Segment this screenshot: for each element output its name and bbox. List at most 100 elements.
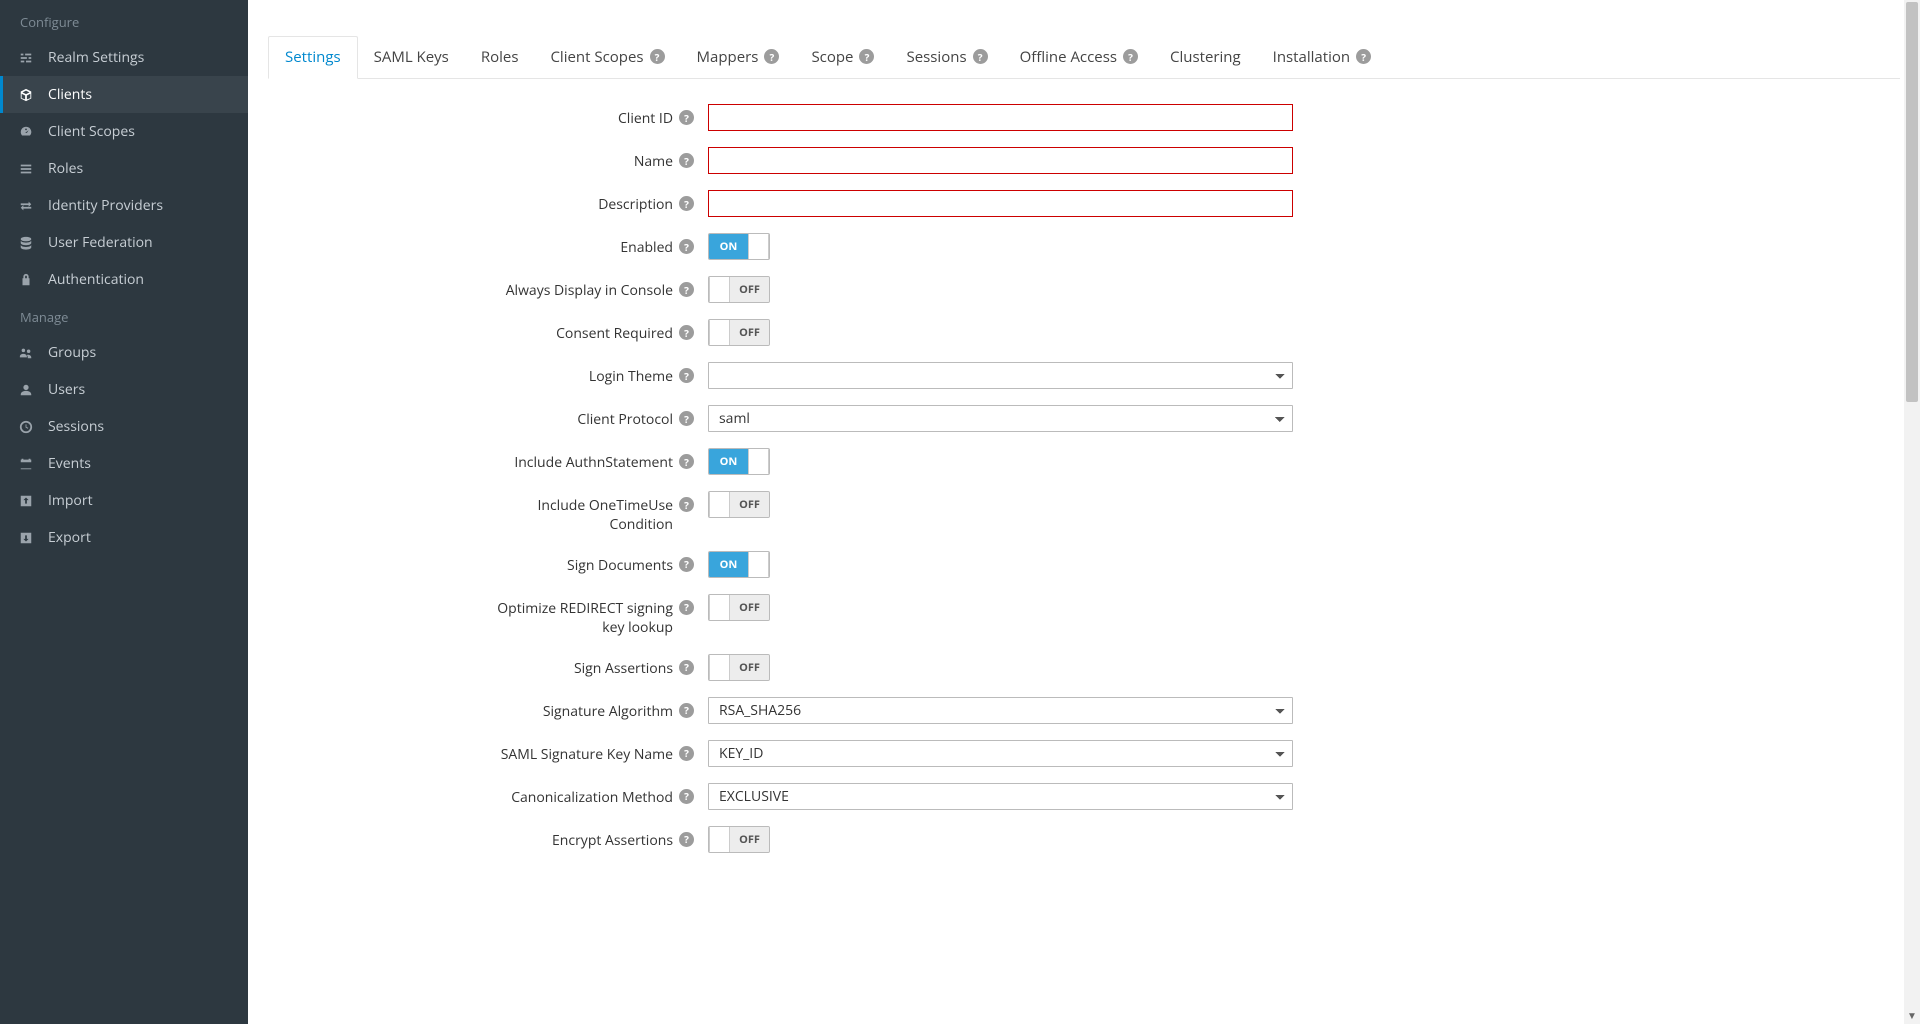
sidebar-item-authentication[interactable]: Authentication: [0, 261, 248, 298]
form-label: Client Protocol?: [268, 405, 708, 430]
description-input[interactable]: [708, 190, 1293, 217]
sidebar-item-export[interactable]: Export: [0, 519, 248, 556]
login-theme-select[interactable]: [708, 362, 1293, 389]
label-text: Name: [634, 153, 673, 172]
saml-signature-key-name-select[interactable]: KEY_ID: [708, 740, 1293, 767]
help-icon[interactable]: ?: [679, 832, 694, 847]
sidebar-item-client-scopes[interactable]: Client Scopes: [0, 113, 248, 150]
consent-required-toggle[interactable]: OFF: [708, 319, 770, 346]
include-authnstatement-toggle[interactable]: ON: [708, 448, 770, 475]
tab-sessions[interactable]: Sessions?: [890, 36, 1003, 78]
tab-installation[interactable]: Installation?: [1257, 36, 1387, 78]
sidebar-item-import[interactable]: Import: [0, 482, 248, 519]
form-control: OFF: [708, 319, 1328, 346]
tab-clustering[interactable]: Clustering: [1154, 36, 1257, 78]
help-icon[interactable]: ?: [679, 789, 694, 804]
sidebar-item-users[interactable]: Users: [0, 371, 248, 408]
sidebar-item-label: Roles: [48, 159, 83, 178]
sidebar-item-sessions[interactable]: Sessions: [0, 408, 248, 445]
name-input[interactable]: [708, 147, 1293, 174]
sidebar-item-groups[interactable]: Groups: [0, 334, 248, 371]
sidebar-item-user-federation[interactable]: User Federation: [0, 224, 248, 261]
tab-label: Installation: [1273, 47, 1350, 67]
canonicalization-method-select[interactable]: EXCLUSIVE: [708, 783, 1293, 810]
help-icon[interactable]: ?: [679, 497, 694, 512]
tab-offline-access[interactable]: Offline Access?: [1004, 36, 1154, 78]
help-icon[interactable]: ?: [650, 49, 665, 64]
sliders-icon: [18, 50, 34, 66]
scrollbar-thumb[interactable]: [1906, 2, 1918, 402]
form-label: Optimize REDIRECT signing key lookup?: [268, 594, 708, 638]
sidebar-item-label: Import: [48, 491, 93, 510]
tab-saml-keys[interactable]: SAML Keys: [358, 36, 465, 78]
enabled-toggle[interactable]: ON: [708, 233, 770, 260]
help-icon[interactable]: ?: [679, 703, 694, 718]
sign-assertions-toggle[interactable]: OFF: [708, 654, 770, 681]
scroll-down-arrow[interactable]: ▼: [1906, 1008, 1918, 1022]
sidebar-item-identity-providers[interactable]: Identity Providers: [0, 187, 248, 224]
client-protocol-select[interactable]: saml: [708, 405, 1293, 432]
tab-scope[interactable]: Scope?: [795, 36, 890, 78]
help-icon[interactable]: ?: [679, 368, 694, 383]
sidebar-item-events[interactable]: Events: [0, 445, 248, 482]
help-icon[interactable]: ?: [764, 49, 779, 64]
toggle-off-label: OFF: [730, 595, 769, 620]
sidebar-item-realm-settings[interactable]: Realm Settings: [0, 39, 248, 76]
help-icon[interactable]: ?: [1356, 49, 1371, 64]
sidebar-item-roles[interactable]: Roles: [0, 150, 248, 187]
client-id-input[interactable]: [708, 104, 1293, 131]
help-icon[interactable]: ?: [679, 282, 694, 297]
sign-documents-toggle[interactable]: ON: [708, 551, 770, 578]
label-text: Consent Required: [556, 325, 673, 344]
help-icon[interactable]: ?: [679, 325, 694, 340]
sidebar-item-label: Groups: [48, 343, 96, 362]
form-label: Description?: [268, 190, 708, 215]
include-onetimeuse-condition-toggle[interactable]: OFF: [708, 491, 770, 518]
help-icon[interactable]: ?: [679, 557, 694, 572]
exchange-icon: [18, 198, 34, 214]
form-control: OFF: [708, 826, 1328, 853]
tab-client-scopes[interactable]: Client Scopes?: [534, 36, 680, 78]
form-row: Include OneTimeUse Condition? OFF: [268, 491, 1328, 535]
optimize-redirect-signing-key-lookup-toggle[interactable]: OFF: [708, 594, 770, 621]
sidebar-item-label: Authentication: [48, 270, 144, 289]
help-icon[interactable]: ?: [679, 196, 694, 211]
scrollbar-track[interactable]: ▼: [1904, 0, 1920, 1024]
always-display-in-console-toggle[interactable]: OFF: [708, 276, 770, 303]
tab-label: Scope: [811, 47, 853, 67]
help-icon[interactable]: ?: [679, 411, 694, 426]
help-icon[interactable]: ?: [679, 454, 694, 469]
form-label: Encrypt Assertions?: [268, 826, 708, 851]
tab-settings[interactable]: Settings: [268, 36, 358, 79]
toggle-off-label: OFF: [730, 655, 769, 680]
form-control: OFF: [708, 491, 1328, 518]
meter-icon: [18, 124, 34, 140]
signature-algorithm-select[interactable]: RSA_SHA256: [708, 697, 1293, 724]
help-icon[interactable]: ?: [679, 110, 694, 125]
label-text: Client Protocol: [577, 411, 673, 430]
form-row: Login Theme?: [268, 362, 1328, 389]
help-icon[interactable]: ?: [1123, 49, 1138, 64]
form-control: [708, 362, 1328, 389]
help-icon[interactable]: ?: [679, 746, 694, 761]
help-icon[interactable]: ?: [679, 239, 694, 254]
form-row: Optimize REDIRECT signing key lookup? OFF: [268, 594, 1328, 638]
help-icon[interactable]: ?: [859, 49, 874, 64]
sidebar-section-header: Configure: [0, 3, 248, 39]
form-row: Enabled?ON: [268, 233, 1328, 260]
tab-mappers[interactable]: Mappers?: [681, 36, 796, 78]
label-text: Encrypt Assertions: [552, 832, 673, 851]
sidebar-item-clients[interactable]: Clients: [0, 76, 248, 113]
sidebar-item-label: User Federation: [48, 233, 153, 252]
help-icon[interactable]: ?: [973, 49, 988, 64]
help-icon[interactable]: ?: [679, 153, 694, 168]
main-content: SettingsSAML KeysRolesClient Scopes?Mapp…: [248, 0, 1920, 909]
calendar-icon: [18, 456, 34, 472]
help-icon[interactable]: ?: [679, 660, 694, 675]
tab-roles[interactable]: Roles: [465, 36, 535, 78]
form-label: Always Display in Console?: [268, 276, 708, 301]
label-text: Client ID: [618, 110, 673, 129]
label-text: Include OneTimeUse Condition: [493, 497, 673, 535]
help-icon[interactable]: ?: [679, 600, 694, 615]
encrypt-assertions-toggle[interactable]: OFF: [708, 826, 770, 853]
